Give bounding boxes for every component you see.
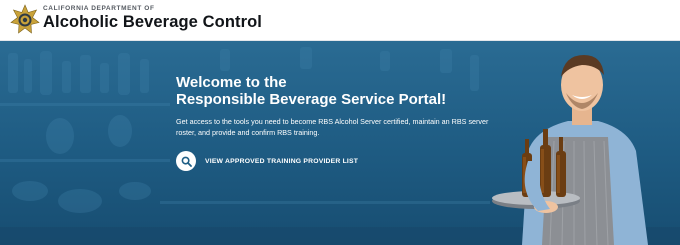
site-header: CALIFORNIA DEPARTMENT OF Alcoholic Bever… (0, 0, 680, 41)
department-label: CALIFORNIA DEPARTMENT OF (43, 5, 155, 12)
agency-name[interactable]: Alcoholic Beverage Control (43, 13, 262, 32)
hero-title-line-2: Responsible Beverage Service Portal! (176, 91, 447, 108)
hero-banner: Welcome to the Responsible Beverage Serv… (0, 41, 680, 245)
abc-badge-logo[interactable] (10, 4, 40, 36)
view-training-provider-list-link[interactable]: VIEW APPROVED TRAINING PROVIDER LIST (176, 151, 358, 171)
hero-text-block: Welcome to the Responsible Beverage Serv… (176, 74, 496, 138)
hero-title-line-1: Welcome to the (176, 74, 287, 91)
cta-label[interactable]: VIEW APPROVED TRAINING PROVIDER LIST (205, 158, 358, 165)
search-icon[interactable] (176, 151, 196, 171)
hero-description: Get access to the tools you need to beco… (176, 117, 489, 137)
hero-title: Welcome to the Responsible Beverage Serv… (176, 74, 496, 108)
bartender-photo (492, 55, 648, 245)
